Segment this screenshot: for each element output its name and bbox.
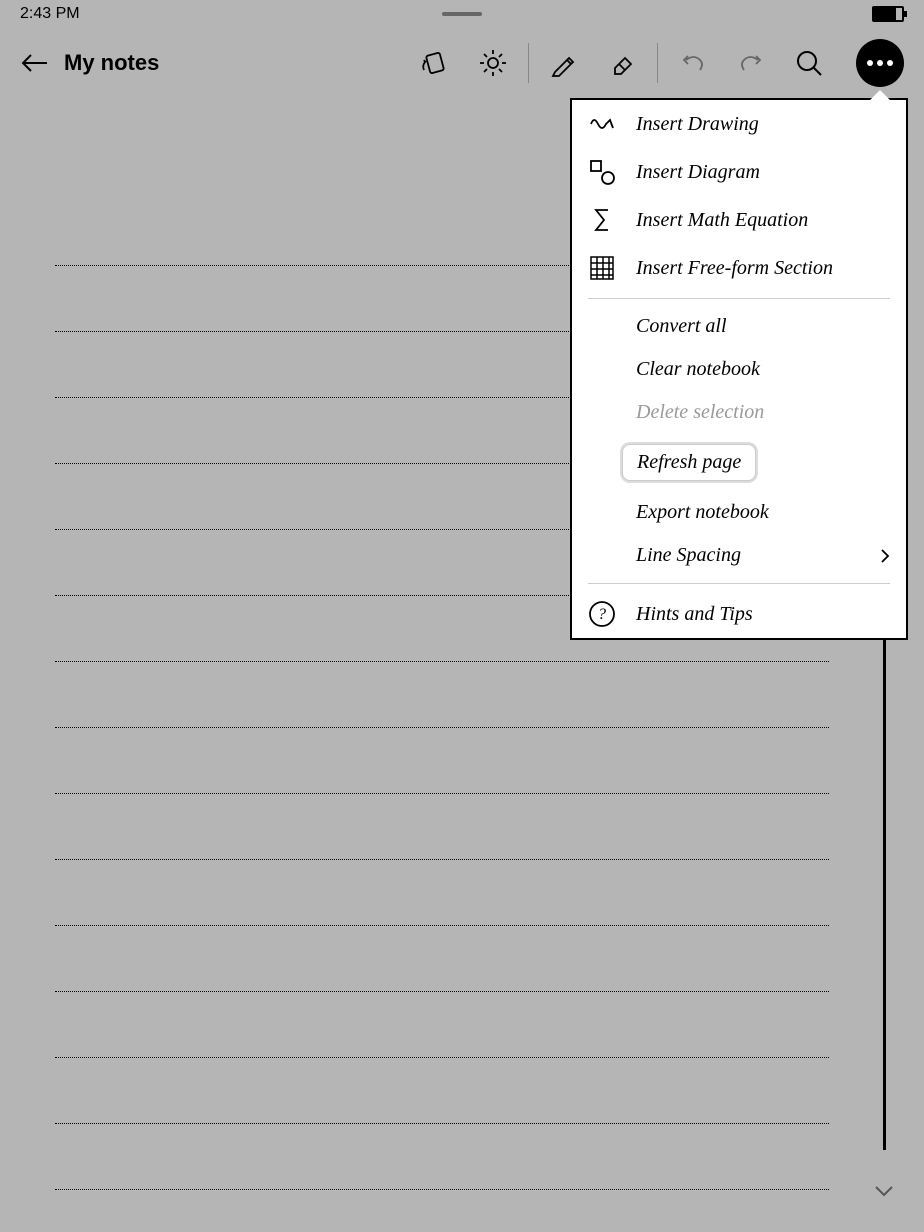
menu-refresh-page[interactable]: Refresh page [572,434,906,491]
menu-label: Insert Diagram [636,161,760,184]
chevron-right-icon [880,548,890,564]
menu-label: Export notebook [636,501,769,524]
menu-label: Insert Drawing [636,113,759,136]
menu-insert-drawing[interactable]: Insert Drawing [572,100,906,148]
drawing-icon [588,110,616,138]
freeform-icon [588,254,616,282]
diagram-icon [588,158,616,186]
menu-clear-notebook[interactable]: Clear notebook [572,348,906,391]
menu-insert-diagram[interactable]: Insert Diagram [572,148,906,196]
menu-hints-tips[interactable]: ? Hints and Tips [572,590,906,638]
math-icon [588,206,616,234]
menu-divider [588,583,890,584]
more-menu: Insert Drawing Insert Diagram Insert Mat… [570,98,908,640]
menu-divider [588,298,890,299]
menu-label: Insert Free-form Section [636,257,833,280]
menu-label: Clear notebook [636,358,760,381]
menu-delete-selection: Delete selection [572,391,906,434]
menu-export-notebook[interactable]: Export notebook [572,491,906,534]
menu-insert-freeform[interactable]: Insert Free-form Section [572,244,906,292]
menu-convert-all[interactable]: Convert all [572,305,906,348]
menu-insert-math[interactable]: Insert Math Equation [572,196,906,244]
menu-label: Insert Math Equation [636,209,808,232]
menu-label: Delete selection [636,401,764,424]
menu-line-spacing[interactable]: Line Spacing [572,534,906,577]
menu-label: Convert all [636,315,727,338]
menu-label: Hints and Tips [636,603,753,626]
svg-text:?: ? [598,606,606,623]
help-icon: ? [588,600,616,628]
menu-label: Refresh page [622,444,756,481]
menu-label: Line Spacing [636,544,741,567]
